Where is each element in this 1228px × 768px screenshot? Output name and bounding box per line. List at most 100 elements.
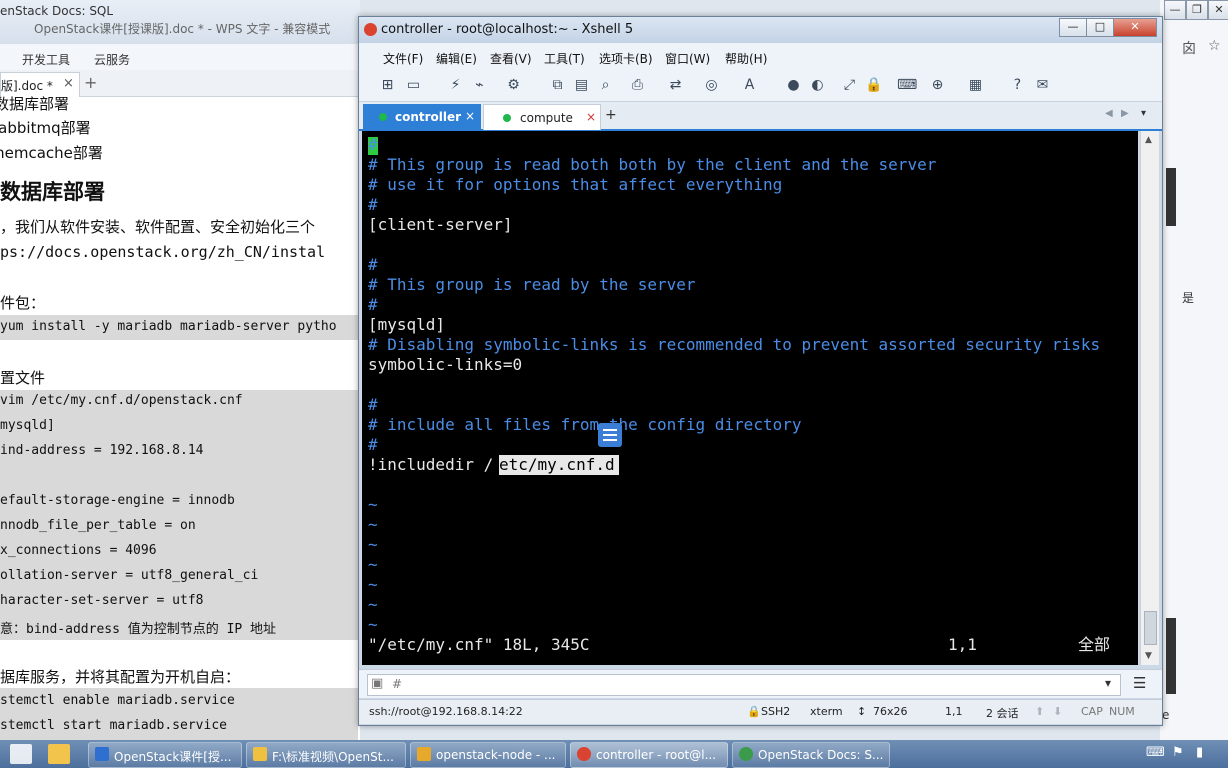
tab-scroll-left-icon[interactable]: ◀ <box>1105 108 1113 119</box>
help-icon[interactable]: ? <box>1009 77 1026 94</box>
status-connection: ssh://root@192.168.8.14:22 <box>369 705 523 718</box>
terminal-line: ~ <box>368 615 378 634</box>
taskbar-item-label: controller - root@l... <box>596 748 717 762</box>
taskbar-item-wps[interactable]: OpenStack课件[授... <box>88 742 242 768</box>
taskbar-item-xshell[interactable]: controller - root@l... <box>570 742 728 768</box>
windows-taskbar: OpenStack课件[授... F:\标准视频\OpenSt... opens… <box>0 740 1228 768</box>
print-icon[interactable]: ⎙ <box>629 77 646 94</box>
compose-bar: ▣ # ▾ ☰ <box>359 669 1162 698</box>
doc-paragraph: 置文件 <box>0 369 46 387</box>
scroll-down-icon[interactable]: ▼ <box>1145 651 1152 661</box>
taskbar-item-label: OpenStack课件[授... <box>114 750 232 764</box>
status-cursor: 1,1 <box>945 705 963 718</box>
terminal-line: # This group is read both both by the cl… <box>368 155 937 174</box>
taskbar-item-label: OpenStack Docs: S... <box>758 748 884 762</box>
terminal-scrollbar[interactable]: ▲ ▼ <box>1140 131 1159 665</box>
keyboard-icon[interactable]: ⌨ <box>897 77 917 94</box>
menu-dev-tools[interactable]: 开发工具 <box>22 51 70 68</box>
terminal-line: ~ <box>368 535 378 554</box>
layout-icon[interactable]: ▦ <box>967 77 984 94</box>
tab-list-icon[interactable]: ▾ <box>1141 108 1146 119</box>
wps-titlebar: enStack Docs: SQL OpenStack课件[授课版].doc *… <box>0 0 360 44</box>
background-window-right: — ❐ ✕ 囟 ☆ 是 e <box>1160 0 1228 740</box>
network-tray-icon[interactable]: ▮ <box>1196 745 1203 760</box>
menu-cloud-service[interactable]: 云服务 <box>94 51 130 68</box>
translate-icon[interactable]: 囟 <box>1182 38 1196 58</box>
terminal-line: # <box>368 135 378 154</box>
terminal-line: ~ <box>368 575 378 594</box>
fullscreen-icon[interactable]: ⤢ <box>841 77 858 94</box>
next-session-icon[interactable]: ⬇ <box>1053 705 1062 718</box>
browser-tab-title[interactable]: enStack Docs: SQL <box>0 4 113 18</box>
tab-compute[interactable]: compute × <box>483 104 601 130</box>
menu-file[interactable]: 文件(F) <box>383 50 423 67</box>
vm-icon <box>417 747 431 761</box>
terminal-line: # include all files from the config dire… <box>368 415 802 434</box>
explorer-icon[interactable] <box>48 744 70 764</box>
lock-icon[interactable]: 🔒 <box>865 77 882 94</box>
transfer-icon[interactable]: ⇄ <box>667 77 684 94</box>
star-icon[interactable]: ☆ <box>1208 38 1221 54</box>
compose-input[interactable]: ▣ # ▾ <box>367 674 1121 696</box>
add-tab-icon[interactable]: ⊕ <box>929 77 946 94</box>
folder-icon <box>253 747 267 761</box>
flag-tray-icon[interactable]: ⚑ <box>1172 745 1184 760</box>
tab-scroll-right-icon[interactable]: ▶ <box>1121 108 1129 119</box>
terminal-screen[interactable]: # # This group is read both both by the c… <box>362 131 1138 665</box>
scrollbar-thumb[interactable] <box>1144 611 1157 645</box>
bg-close-button[interactable]: ✕ <box>1208 0 1228 20</box>
globe-icon[interactable]: ◎ <box>703 77 720 94</box>
taskbar-item-browser[interactable]: OpenStack Docs: S... <box>732 742 890 768</box>
terminal-line: # <box>368 435 378 454</box>
menu-window[interactable]: 窗口(W) <box>665 50 710 67</box>
font-icon[interactable]: A <box>741 77 758 94</box>
menu-tools[interactable]: 工具(T) <box>544 50 585 67</box>
copy-icon[interactable]: ⧉ <box>549 77 566 94</box>
script-icon[interactable]: ◐ <box>809 77 826 94</box>
new-session-icon[interactable]: ⊞ <box>379 77 396 94</box>
new-doc-tab-button[interactable]: + <box>84 73 97 92</box>
taskbar-item-vm[interactable]: openstack-node - ... <box>410 742 566 768</box>
xshell-statusbar: ssh://root@192.168.8.14:22 🔒 SSH2 xterm … <box>359 699 1162 724</box>
wps-menubar: 开发工具 云服务 <box>0 44 360 71</box>
open-folder-icon[interactable]: ▭ <box>405 77 422 94</box>
menu-edit[interactable]: 编辑(E) <box>436 50 477 67</box>
doc-paragraph: 据库服务，并将其配置为开机自启： <box>0 668 241 686</box>
lock-icon: 🔒 <box>747 705 761 718</box>
bg-restore-button[interactable]: ❐ <box>1186 0 1208 20</box>
close-icon[interactable]: × <box>586 110 596 124</box>
maximize-button[interactable]: □ <box>1086 18 1114 37</box>
xftp-icon[interactable]: ● <box>785 77 802 94</box>
connect-icon[interactable]: ⚡ <box>447 77 464 94</box>
doc-url[interactable]: ps://docs.openstack.org/zh_CN/instal <box>0 243 325 261</box>
menu-help[interactable]: 帮助(H) <box>725 50 767 67</box>
menu-tabs[interactable]: 选项卡(B) <box>599 50 653 67</box>
chat-icon[interactable]: ✉ <box>1034 77 1051 94</box>
wps-app-title: OpenStack课件[授课版].doc * - WPS 文字 - 兼容模式 <box>34 22 331 36</box>
keyboard-tray-icon[interactable]: ⌨ <box>1146 745 1165 760</box>
scroll-up-icon[interactable]: ▲ <box>1145 135 1152 145</box>
status-size: 76x26 <box>873 705 908 718</box>
connected-status-icon <box>503 114 511 122</box>
find-icon[interactable]: ⌕ <box>597 77 614 94</box>
code-line: efault-storage-engine = innodb <box>0 493 235 508</box>
taskbar-item-folder[interactable]: F:\标准视频\OpenSt... <box>246 742 406 768</box>
new-tab-button[interactable]: + <box>605 107 617 123</box>
bg-minimize-button[interactable]: — <box>1164 0 1186 20</box>
close-icon[interactable]: × <box>465 109 475 123</box>
minimize-button[interactable]: — <box>1059 18 1087 37</box>
terminal-line: # This group is read by the server <box>368 275 696 294</box>
dropdown-icon[interactable]: ▾ <box>1105 676 1111 690</box>
paste-icon[interactable]: ▤ <box>573 77 590 94</box>
close-button[interactable]: ✕ <box>1113 18 1157 37</box>
tab-controller[interactable]: controller × <box>363 104 481 129</box>
menu-view[interactable]: 查看(V) <box>490 50 532 67</box>
code-line: x_connections = 4096 <box>0 543 157 558</box>
vim-status-file: "/etc/my.cnf" 18L, 345C <box>368 635 590 654</box>
ie-icon[interactable] <box>10 744 32 764</box>
menu-icon[interactable]: ☰ <box>1133 674 1146 692</box>
properties-icon[interactable]: ⚙ <box>505 77 522 94</box>
disconnect-icon[interactable]: ⌁ <box>471 77 488 94</box>
close-icon[interactable]: × <box>63 76 74 91</box>
prev-session-icon[interactable]: ⬆ <box>1035 705 1044 718</box>
